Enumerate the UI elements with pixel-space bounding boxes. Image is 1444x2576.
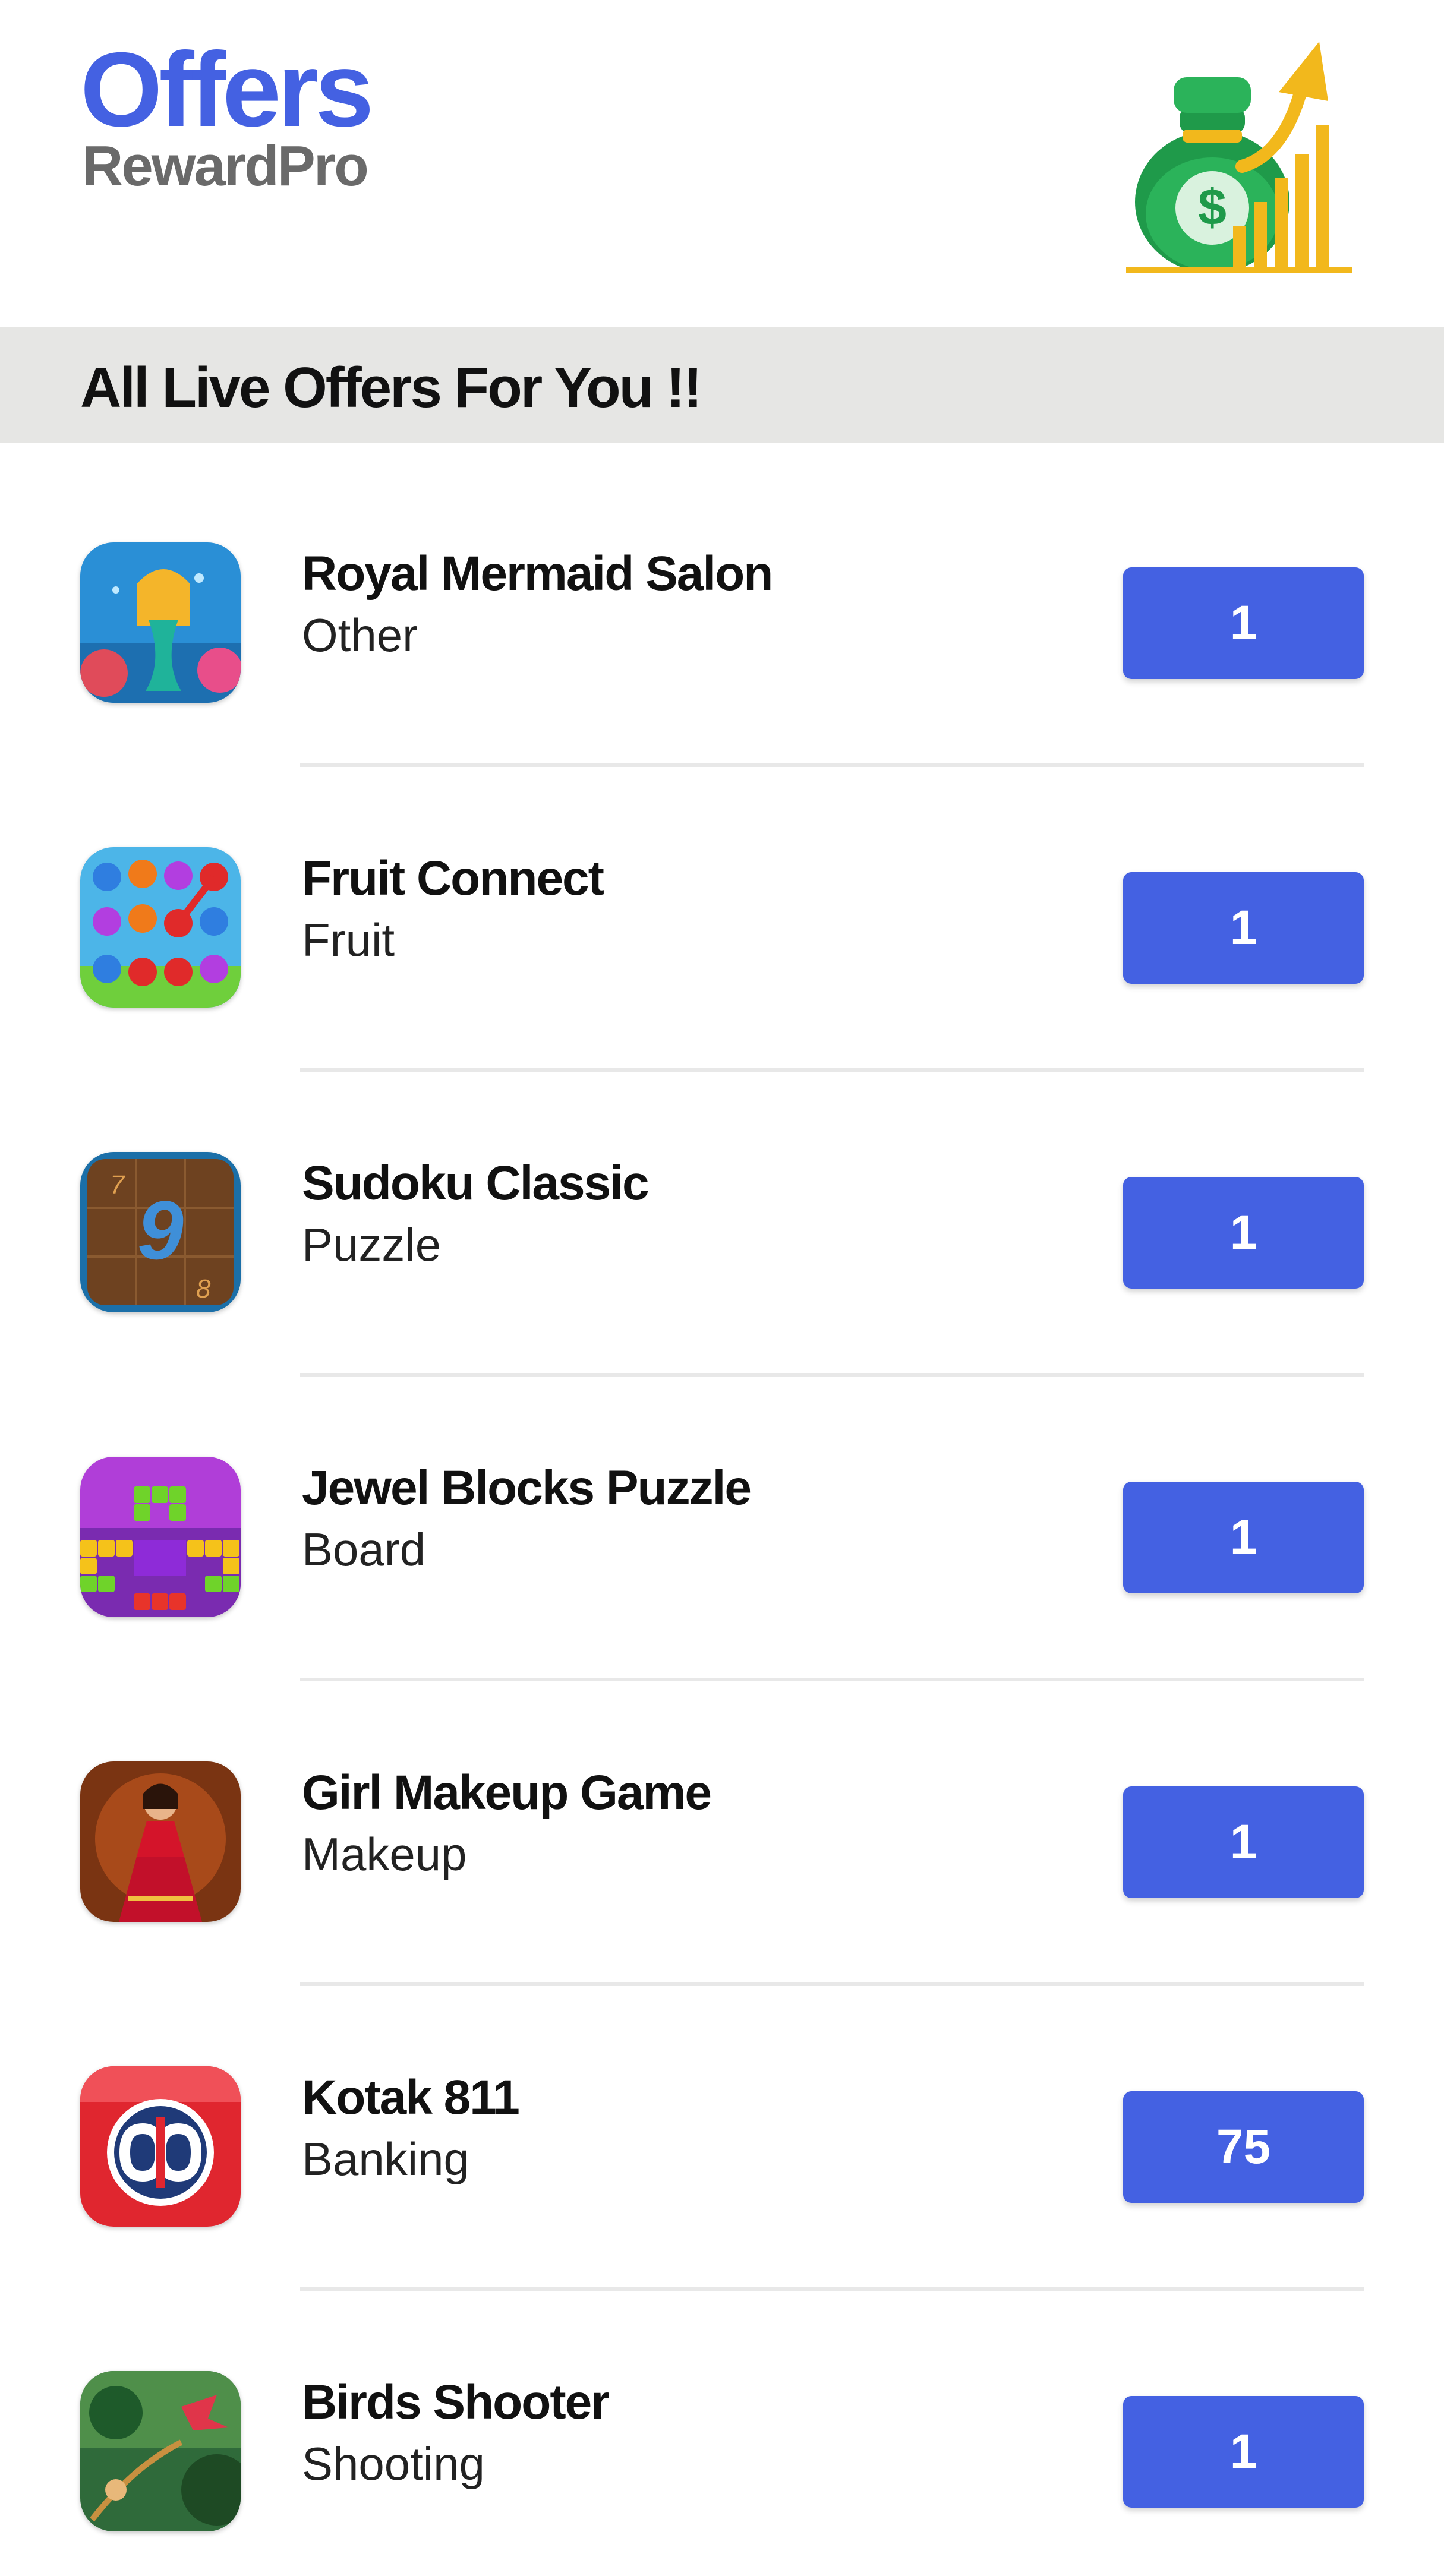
offer-item[interactable]: Fruit Connect Fruit 1 <box>0 747 1444 1072</box>
money-bag-growth-icon: $ <box>1123 36 1361 279</box>
svg-text:9: 9 <box>137 1183 184 1277</box>
svg-text:$: $ <box>1198 179 1227 236</box>
offer-item[interactable]: 7 9 8 Sudoku Classic Puzzle 1 <box>0 1052 1444 1377</box>
offer-category: Puzzle <box>302 1218 442 1271</box>
offer-item[interactable]: Jewel Blocks Puzzle Board 1 <box>0 1357 1444 1681</box>
offer-points-button[interactable]: 1 <box>1123 1482 1364 1593</box>
offer-category: Board <box>302 1523 426 1576</box>
offer-name: Sudoku Classic <box>302 1156 650 1210</box>
offer-category: Banking <box>302 2133 469 2185</box>
offer-name: Birds Shooter <box>302 2375 610 2429</box>
offer-points-button[interactable]: 1 <box>1123 567 1364 679</box>
offers-list: Royal Mermaid Salon Other 1 Fruit Connec… <box>0 443 1444 2576</box>
offer-item[interactable]: Royal Mermaid Salon Other 1 <box>0 443 1444 767</box>
offer-points-button[interactable]: 75 <box>1123 2091 1364 2203</box>
app-header: Offers RewardPro $ <box>0 0 1444 326</box>
app-name: RewardPro <box>82 134 369 198</box>
fruit-game-icon <box>80 847 241 1008</box>
offers-banner: All Live Offers For You !! <box>0 327 1444 443</box>
offer-item[interactable]: Girl Makeup Game Makeup 1 <box>0 1662 1444 1986</box>
offer-name: Kotak 811 <box>302 2070 520 2124</box>
offer-points-button[interactable]: 1 <box>1123 1786 1364 1898</box>
offer-name: Girl Makeup Game <box>302 1766 712 1820</box>
offer-name: Jewel Blocks Puzzle <box>302 1461 752 1515</box>
offer-points-button[interactable]: 1 <box>1123 872 1364 984</box>
makeup-game-icon <box>80 1761 241 1922</box>
offer-category: Shooting <box>302 2438 485 2490</box>
banner-heading: All Live Offers For You !! <box>80 356 702 419</box>
offer-item[interactable]: Kotak 811 Banking 75 <box>0 1966 1444 2291</box>
offer-category: Fruit <box>302 914 395 966</box>
offer-name: Royal Mermaid Salon <box>302 547 773 601</box>
jewel-blocks-icon <box>80 1457 241 1617</box>
offer-category: Other <box>302 609 418 661</box>
sudoku-icon: 7 9 8 <box>80 1152 241 1312</box>
birds-shooter-icon <box>80 2371 241 2531</box>
offer-category: Makeup <box>302 1828 467 1880</box>
offer-name: Fruit Connect <box>302 851 604 905</box>
offer-item[interactable]: Birds Shooter Shooting 1 <box>0 2271 1444 2576</box>
page-title: Offers <box>80 30 374 149</box>
offer-points-button[interactable]: 1 <box>1123 2396 1364 2508</box>
offer-points-button[interactable]: 1 <box>1123 1177 1364 1289</box>
svg-text:8: 8 <box>196 1274 211 1303</box>
svg-text:7: 7 <box>110 1170 125 1199</box>
kotak-logo-icon <box>80 2066 241 2227</box>
mermaid-game-icon <box>80 542 241 703</box>
